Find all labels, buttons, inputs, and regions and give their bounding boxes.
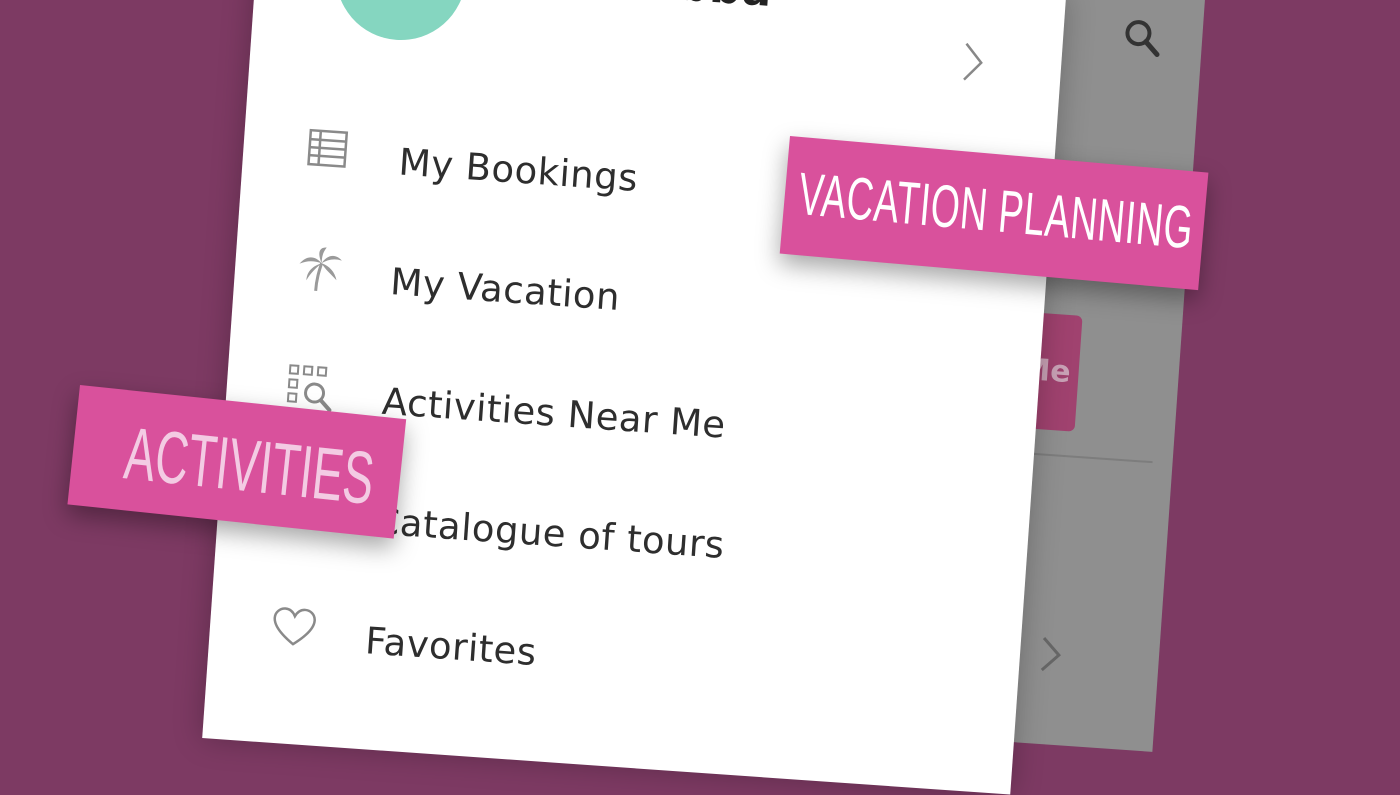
search-icon[interactable] (1121, 16, 1164, 59)
background-chevron-right-icon[interactable] (1038, 634, 1065, 676)
menu-item-label: My Bookings (397, 140, 640, 201)
activities-text: ACTIVITIES (120, 411, 378, 520)
vacation-planning-text: VACATION PLANNING (796, 160, 1197, 262)
navigation-drawer: Bob Bubba My Bookings My Vacati (202, 0, 1067, 795)
table-icon (307, 128, 349, 168)
palm-tree-icon (299, 247, 342, 291)
heart-icon (273, 607, 316, 646)
menu-item-label: My Vacation (388, 260, 622, 320)
avatar[interactable] (331, 0, 471, 45)
profile-name[interactable]: Bob Bubba (495, 0, 775, 17)
menu-item-label: Activities Near Me (380, 379, 728, 447)
menu-item-label: Favorites (363, 619, 539, 675)
menu-item-label: Catalogue of tours (372, 499, 726, 567)
chevron-right-icon[interactable] (960, 39, 987, 85)
